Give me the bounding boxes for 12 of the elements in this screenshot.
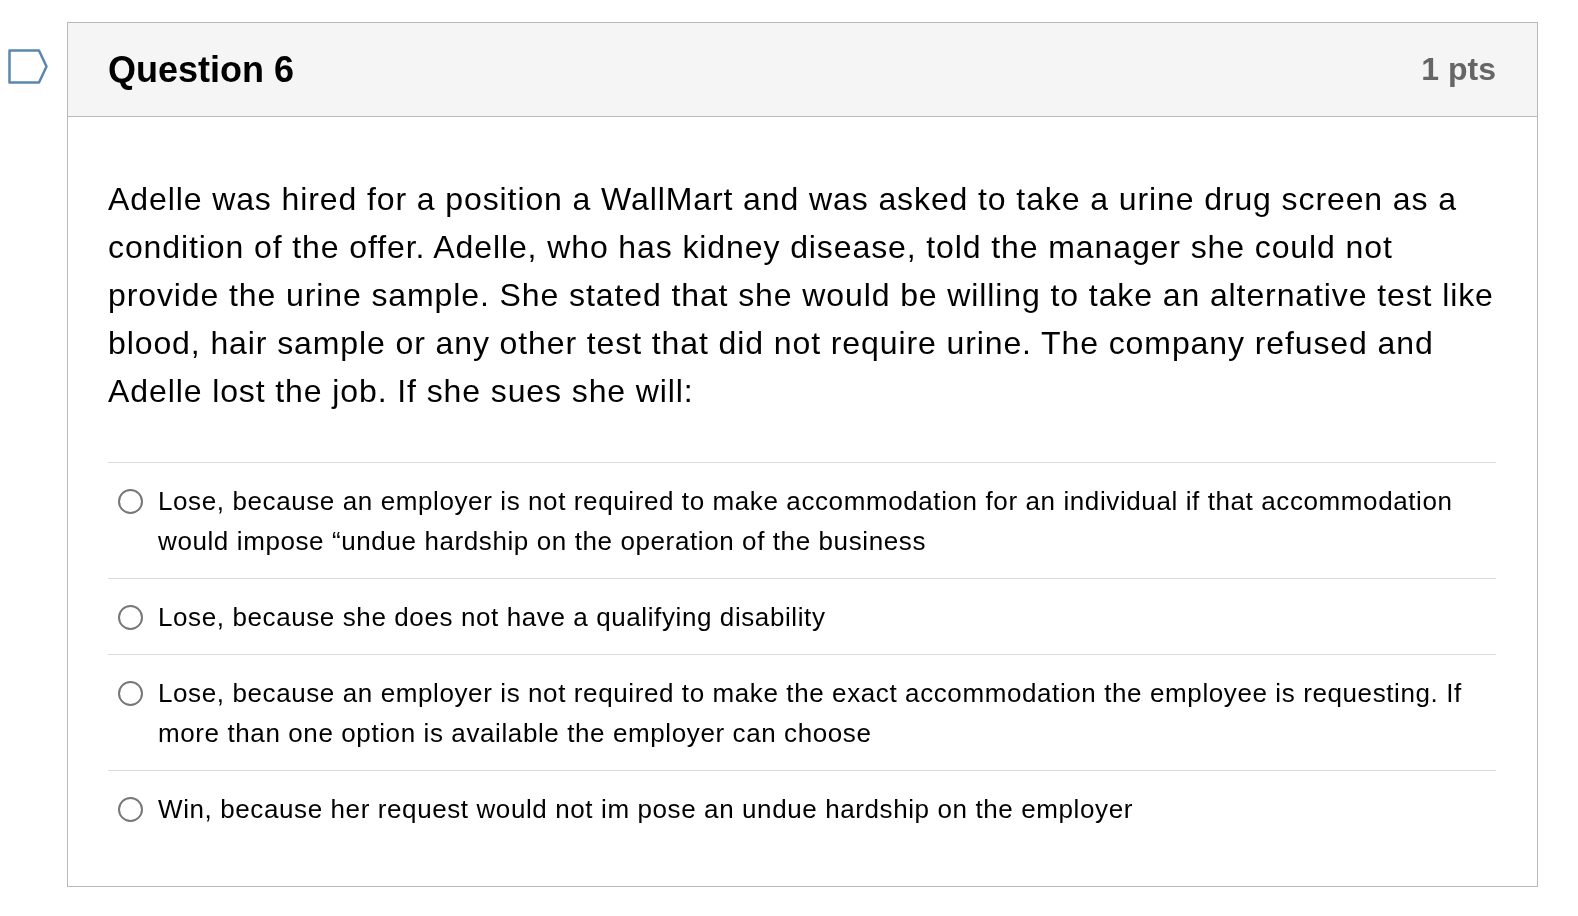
answer-text: Lose, because an employer is not required to make accommodation for an individual if that accommodation would impose “undue hardship on the operation of the business [158, 485, 1454, 558]
answer-text: Lose, because she does not have a qualifying disability [158, 601, 826, 634]
points-label: 1 pts [1421, 51, 1496, 88]
answer-text: Win, because her request would not im pose an undue hardship on the employer [158, 793, 1133, 826]
radio-button[interactable] [118, 681, 143, 706]
flag-outline-icon[interactable] [8, 49, 48, 84]
question-title: Question 6 [108, 48, 295, 91]
question-text: Adelle was hired for a position a WallMart and was asked to take a urine drug screen as a condition of the offer. Adelle, who has kidney disease, told the manager she could not provide the urine sample. She stated that she would be willing to take an alternative test like blood, hair sample or any other test that did not require urine. The company refused and Adelle lost the job. If she sues she will: [108, 180, 1495, 411]
radio-button[interactable] [118, 489, 143, 514]
answer-text: Lose, because an employer is not required to make the exact accommodation the employee is requesting. If more than one option is available the employer can choose [158, 677, 1463, 750]
radio-button[interactable] [118, 605, 143, 630]
radio-button[interactable] [118, 797, 143, 822]
